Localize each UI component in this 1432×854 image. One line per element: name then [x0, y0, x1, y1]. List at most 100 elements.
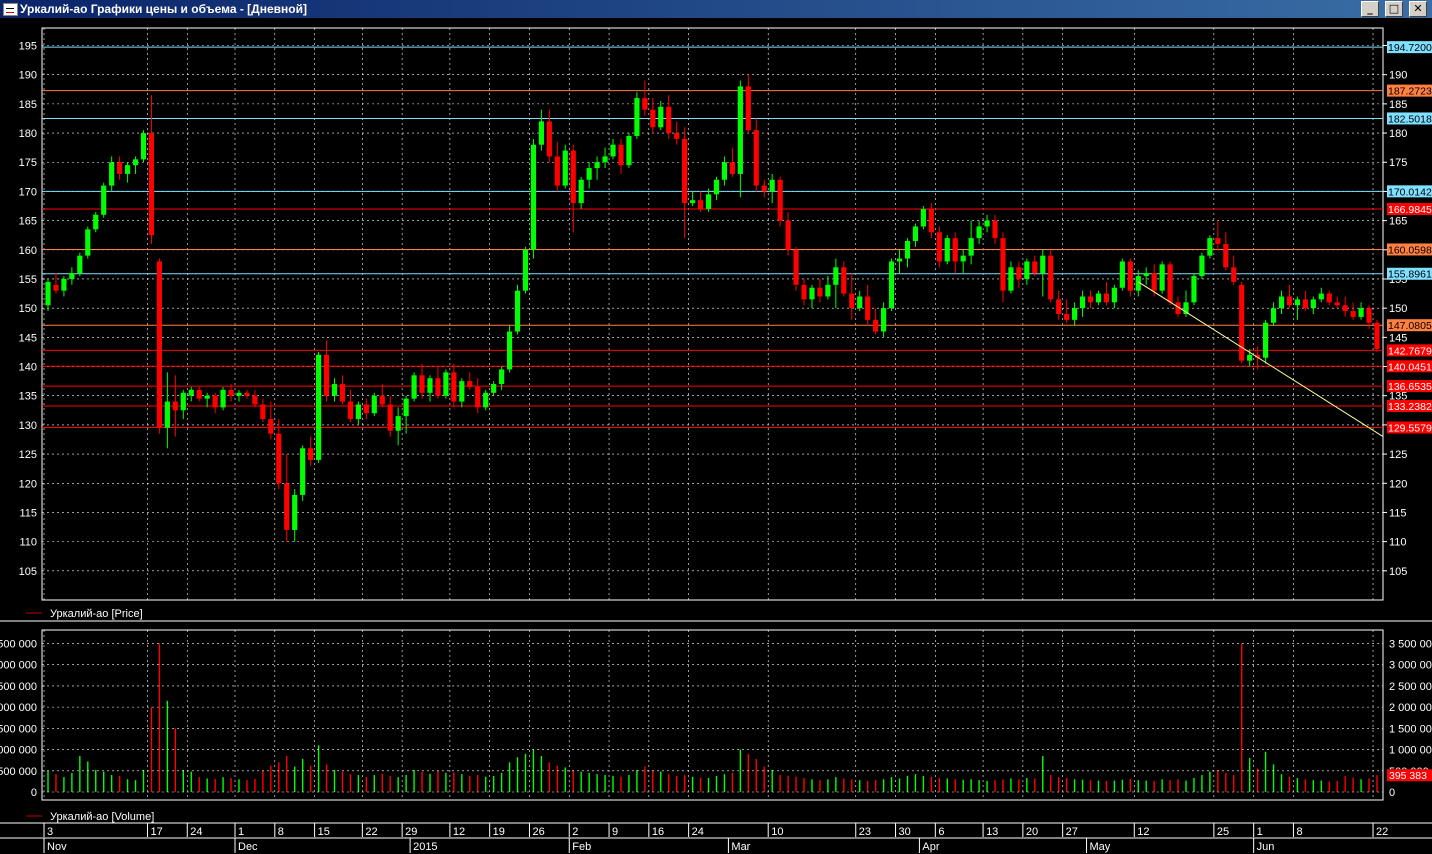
candle-body[interactable]: [833, 267, 839, 285]
candle-body[interactable]: [1072, 308, 1078, 320]
candle-body[interactable]: [491, 384, 497, 393]
candle-body[interactable]: [554, 156, 560, 186]
minimize-button[interactable]: _: [1361, 1, 1379, 17]
candle-body[interactable]: [506, 331, 513, 370]
candle-body[interactable]: [705, 194, 712, 209]
candle-body[interactable]: [1008, 267, 1014, 291]
candle-body[interactable]: [920, 208, 926, 227]
candle-body[interactable]: [888, 261, 895, 309]
candle-body[interactable]: [220, 389, 226, 408]
candle-body[interactable]: [196, 389, 202, 399]
candle-body[interactable]: [1310, 299, 1316, 309]
candle-body[interactable]: [602, 156, 608, 163]
candle-body[interactable]: [252, 395, 258, 405]
candle-body[interactable]: [347, 401, 353, 420]
candle-body[interactable]: [610, 144, 616, 157]
volume-pane[interactable]: 0 0 500 000 500 000 000 000 1 000 000 500 000 1…: [0, 629, 1432, 823]
candle-body[interactable]: [45, 281, 51, 306]
candle-body[interactable]: [419, 375, 425, 393]
candle-body[interactable]: [896, 258, 903, 262]
candle-body[interactable]: [331, 384, 338, 396]
candle-body[interactable]: [117, 162, 123, 174]
candle-body[interactable]: [61, 278, 67, 291]
candle-body[interactable]: [1278, 296, 1285, 309]
candle-body[interactable]: [93, 214, 99, 230]
candle-body[interactable]: [140, 133, 147, 160]
price-pane[interactable]: 1051051101101151151201201251251301301351…: [0, 27, 1432, 622]
candle-body[interactable]: [85, 229, 91, 256]
candle-body[interactable]: [578, 179, 584, 204]
candle-body[interactable]: [865, 296, 871, 320]
candle-body[interactable]: [1095, 293, 1102, 303]
candle-body[interactable]: [1064, 314, 1070, 320]
candle-body[interactable]: [403, 398, 409, 417]
candle-body[interactable]: [499, 369, 505, 385]
candle-body[interactable]: [618, 144, 624, 166]
candle-body[interactable]: [236, 392, 242, 396]
candle-body[interactable]: [355, 404, 361, 420]
candle-body[interactable]: [825, 284, 831, 297]
candle-body[interactable]: [300, 448, 306, 495]
candle-body[interactable]: [1127, 261, 1133, 291]
candle-body[interactable]: [308, 448, 314, 460]
candle-body[interactable]: [928, 208, 934, 233]
candle-body[interactable]: [785, 220, 791, 250]
candle-body[interactable]: [912, 226, 919, 242]
candle-body[interactable]: [1191, 276, 1197, 303]
candle-body[interactable]: [546, 121, 552, 157]
candle-body[interactable]: [109, 162, 115, 186]
candle-body[interactable]: [1032, 261, 1038, 274]
candle-body[interactable]: [292, 494, 298, 530]
candle-body[interactable]: [172, 401, 178, 411]
candle-body[interactable]: [881, 308, 887, 332]
candle-body[interactable]: [857, 296, 863, 309]
candle-body[interactable]: [769, 179, 775, 192]
candle-body[interactable]: [164, 401, 170, 428]
candle-body[interactable]: [1151, 273, 1157, 291]
candle-body[interactable]: [1358, 308, 1364, 317]
candle-body[interactable]: [69, 273, 75, 279]
candle-body[interactable]: [1040, 255, 1046, 274]
candle-body[interactable]: [1239, 284, 1245, 361]
candle-body[interactable]: [180, 392, 186, 411]
candle-body[interactable]: [817, 287, 823, 297]
candle-body[interactable]: [522, 249, 529, 291]
candle-body[interactable]: [992, 220, 998, 239]
candle-body[interactable]: [124, 165, 131, 174]
candle-body[interactable]: [626, 135, 632, 166]
candle-body[interactable]: [363, 404, 369, 414]
candle-body[interactable]: [1270, 308, 1277, 323]
candle-body[interactable]: [1263, 322, 1269, 358]
candle-body[interactable]: [658, 106, 664, 128]
candle-body[interactable]: [1111, 287, 1117, 303]
candle-body[interactable]: [1079, 296, 1086, 309]
candle-body[interactable]: [1334, 302, 1340, 306]
candle-body[interactable]: [53, 284, 59, 291]
trendline[interactable]: [1137, 281, 1384, 437]
candle-body[interactable]: [156, 261, 162, 428]
candle-body[interactable]: [148, 133, 155, 236]
candle-body[interactable]: [323, 354, 330, 396]
candle-body[interactable]: [1000, 238, 1006, 291]
candle-body[interactable]: [1231, 267, 1237, 282]
candle-body[interactable]: [387, 404, 393, 431]
candle-body[interactable]: [729, 162, 735, 174]
candle-body[interactable]: [244, 392, 250, 396]
candle-body[interactable]: [435, 378, 441, 396]
candle-body[interactable]: [873, 319, 879, 332]
candle-body[interactable]: [642, 98, 648, 110]
candle-body[interactable]: [952, 238, 958, 262]
candle-body[interactable]: [395, 416, 401, 431]
candle-body[interactable]: [793, 249, 799, 285]
candle-body[interactable]: [1056, 299, 1062, 314]
candle-body[interactable]: [411, 375, 417, 399]
candle-body[interactable]: [1350, 311, 1356, 317]
candle-body[interactable]: [1048, 255, 1054, 300]
candle-body[interactable]: [1366, 308, 1372, 323]
candle-body[interactable]: [443, 372, 449, 396]
candle-body[interactable]: [753, 130, 759, 186]
candle-body[interactable]: [944, 238, 950, 262]
candle-body[interactable]: [514, 290, 521, 332]
candle-body[interactable]: [674, 133, 680, 139]
candle-body[interactable]: [562, 150, 568, 186]
